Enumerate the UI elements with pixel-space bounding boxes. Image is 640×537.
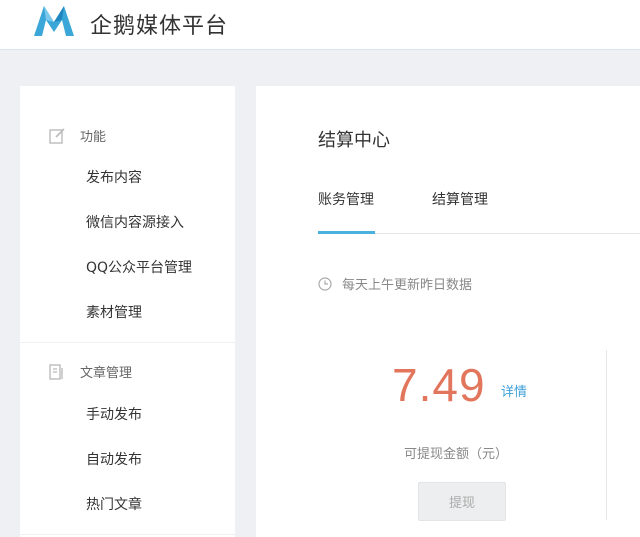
withdraw-button[interactable]: 提现 bbox=[418, 482, 506, 521]
brand-title: 企鹅媒体平台 bbox=[90, 14, 229, 39]
sidebar-group-articles: 文章管理 bbox=[48, 362, 132, 381]
details-link[interactable]: 详情 bbox=[501, 381, 527, 400]
withdrawable-amount: 7.49 bbox=[392, 359, 486, 411]
sidebar-item-hot-articles[interactable]: 热门文章 bbox=[86, 494, 142, 514]
tab-account-management[interactable]: 账务管理 bbox=[318, 189, 374, 209]
page-title: 结算中心 bbox=[318, 130, 390, 151]
update-notice: 每天上午更新昨日数据 bbox=[318, 274, 472, 293]
sidebar-item-publish-content[interactable]: 发布内容 bbox=[86, 167, 142, 187]
article-icon bbox=[49, 363, 63, 380]
sidebar-divider bbox=[20, 534, 235, 535]
sidebar-group-label: 文章管理 bbox=[80, 366, 133, 381]
top-header: 企鹅媒体平台 bbox=[0, 0, 640, 50]
sidebar-item-materials[interactable]: 素材管理 bbox=[86, 302, 142, 322]
vertical-divider bbox=[606, 350, 607, 520]
edit-icon bbox=[49, 127, 65, 144]
withdrawable-amount-label: 可提现金额（元） bbox=[404, 447, 509, 462]
sidebar-item-wechat-source[interactable]: 微信内容源接入 bbox=[86, 212, 184, 232]
sidebar-item-manual-publish[interactable]: 手动发布 bbox=[86, 404, 142, 424]
sidebar-group-function: 功能 bbox=[48, 126, 106, 145]
main-panel: 结算中心 账务管理 结算管理 每天上午更新昨日数据 7.49 详情 可提现金额（… bbox=[256, 86, 640, 537]
sidebar-item-qq-platform[interactable]: QQ公众平台管理 bbox=[86, 257, 192, 277]
sidebar-group-label: 功能 bbox=[80, 130, 107, 145]
sidebar: 功能 发布内容 微信内容源接入 QQ公众平台管理 素材管理 文章管理 手动发布 … bbox=[20, 86, 235, 537]
clock-icon bbox=[318, 276, 332, 291]
penguin-media-logo-icon[interactable] bbox=[32, 4, 76, 38]
update-notice-text: 每天上午更新昨日数据 bbox=[342, 278, 473, 293]
sidebar-divider bbox=[20, 342, 235, 343]
active-tab-indicator bbox=[318, 231, 375, 234]
sidebar-item-auto-publish[interactable]: 自动发布 bbox=[86, 449, 142, 469]
tab-settlement-management[interactable]: 结算管理 bbox=[432, 189, 488, 209]
